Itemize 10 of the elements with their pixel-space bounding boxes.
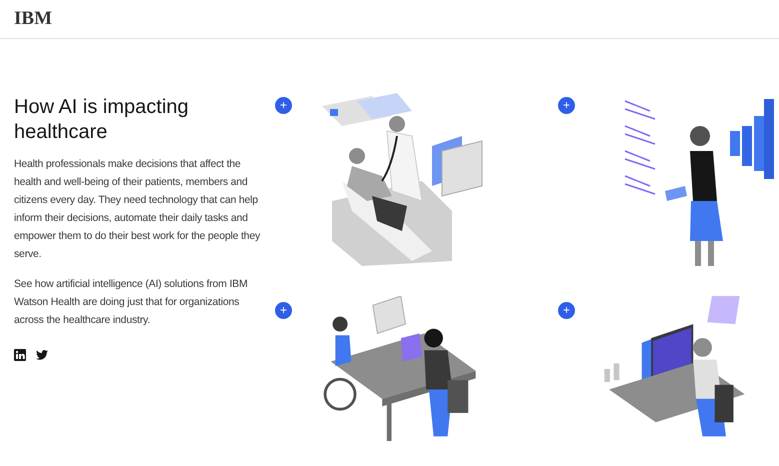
linkedin-icon[interactable]	[14, 349, 26, 361]
expand-button[interactable]: +	[275, 97, 292, 114]
body-paragraph: See how artificial intelligence (AI) solutions from IBM Watson Health are doing just that for organizations across the healthcare industry.	[14, 277, 249, 328]
expand-button[interactable]: +	[558, 97, 575, 114]
expand-button[interactable]: +	[275, 302, 292, 319]
logo[interactable]: IBM	[14, 10, 52, 28]
page-heading: How AI is impacting healthcare	[14, 95, 190, 145]
expand-button[interactable]: +	[558, 302, 575, 319]
twitter-icon[interactable]	[36, 350, 48, 360]
body-paragraph: Health professionals make decisions that affect the health and well-being of their patients, members and citizens every day. They need technology that can help inform their decisions, automate their daily tasks and empower them to do their best work for the people they serve.	[14, 157, 262, 262]
